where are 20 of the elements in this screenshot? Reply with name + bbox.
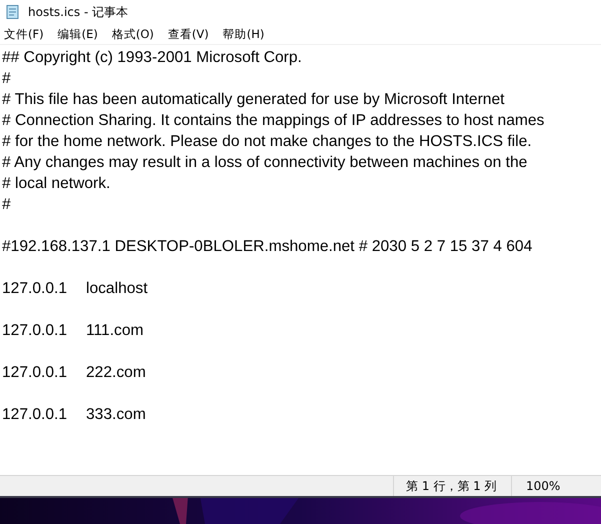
text-line: 127.0.0.1 222.com — [2, 363, 146, 383]
menu-item[interactable]: 查看(V) — [168, 26, 209, 42]
text-line: # — [2, 69, 11, 89]
text-line: # — [2, 195, 11, 215]
notepad-icon — [5, 4, 21, 20]
text-line: # for the home network. Please do not make changes to the HOSTS.ICS file. — [2, 132, 532, 152]
text-line: # Any changes may result in a loss of connectivity between machines on the — [2, 153, 528, 173]
text-line: #192.168.137.1 DESKTOP-0BLOLER.mshome.net # 2030 5 2 7 15 37 4 604 — [2, 237, 532, 257]
text-line: 127.0.0.1 333.com — [2, 405, 146, 425]
text-line: ## Copyright (c) 1993-2001 Microsoft Corp. — [2, 48, 302, 68]
window-title: hosts.ics - 记事本 — [28, 4, 128, 20]
menu-item[interactable]: 文件(F) — [4, 26, 44, 42]
menu-item[interactable]: 编辑(E) — [58, 26, 98, 42]
menu-item[interactable]: 格式(O) — [112, 26, 154, 42]
text-line: 127.0.0.1 localhost — [2, 279, 148, 299]
text-line: # Connection Sharing. It contains the mappings of IP addresses to host names — [2, 111, 544, 131]
text-line: 127.0.0.1 111.com — [2, 321, 144, 341]
text-line: # This file has been automatically generated for use by Microsoft Internet — [2, 90, 504, 110]
menu-item[interactable]: 帮助(H) — [222, 26, 264, 42]
text-line: # local network. — [2, 174, 110, 194]
